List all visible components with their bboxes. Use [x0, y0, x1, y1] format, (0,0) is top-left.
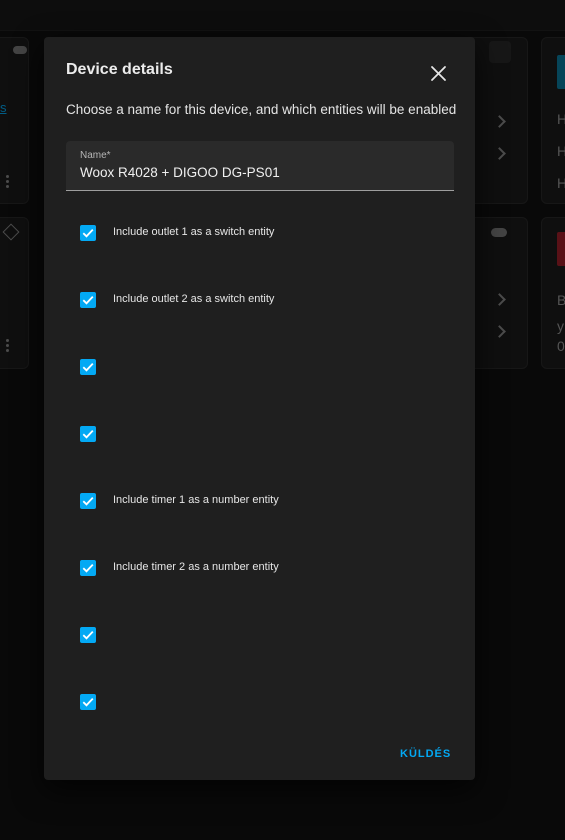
dialog-title: Device details — [66, 61, 173, 78]
checkbox[interactable] — [80, 694, 96, 710]
device-details-dialog: Device details Choose a name for this de… — [44, 37, 475, 780]
checkbox[interactable] — [80, 225, 96, 241]
checkbox[interactable] — [80, 493, 96, 509]
submit-button[interactable]: KÜLDÉS — [400, 748, 451, 760]
close-button[interactable] — [425, 61, 451, 85]
option-label: Include outlet 1 as a switch entity — [113, 226, 275, 238]
check-icon — [82, 295, 94, 305]
check-icon — [82, 496, 94, 506]
close-icon — [431, 66, 446, 81]
option-label: Include timer 2 as a number entity — [113, 561, 279, 573]
check-icon — [82, 630, 94, 640]
checkbox[interactable] — [80, 426, 96, 442]
checkbox[interactable] — [80, 560, 96, 576]
check-icon — [82, 362, 94, 372]
option-label: Include outlet 2 as a switch entity — [113, 293, 275, 305]
name-field[interactable]: Name* Woox R4028 + DIGOO DG-PS01 — [66, 141, 454, 191]
checkbox[interactable] — [80, 359, 96, 375]
check-icon — [82, 697, 94, 707]
dialog-description: Choose a name for this device, and which… — [66, 102, 457, 117]
checkbox[interactable] — [80, 292, 96, 308]
name-field-label: Name* — [80, 150, 111, 161]
name-field-value[interactable]: Woox R4028 + DIGOO DG-PS01 — [80, 165, 280, 180]
checkbox[interactable] — [80, 627, 96, 643]
check-icon — [82, 429, 94, 439]
check-icon — [82, 228, 94, 238]
check-icon — [82, 563, 94, 573]
option-label: Include timer 1 as a number entity — [113, 494, 279, 506]
